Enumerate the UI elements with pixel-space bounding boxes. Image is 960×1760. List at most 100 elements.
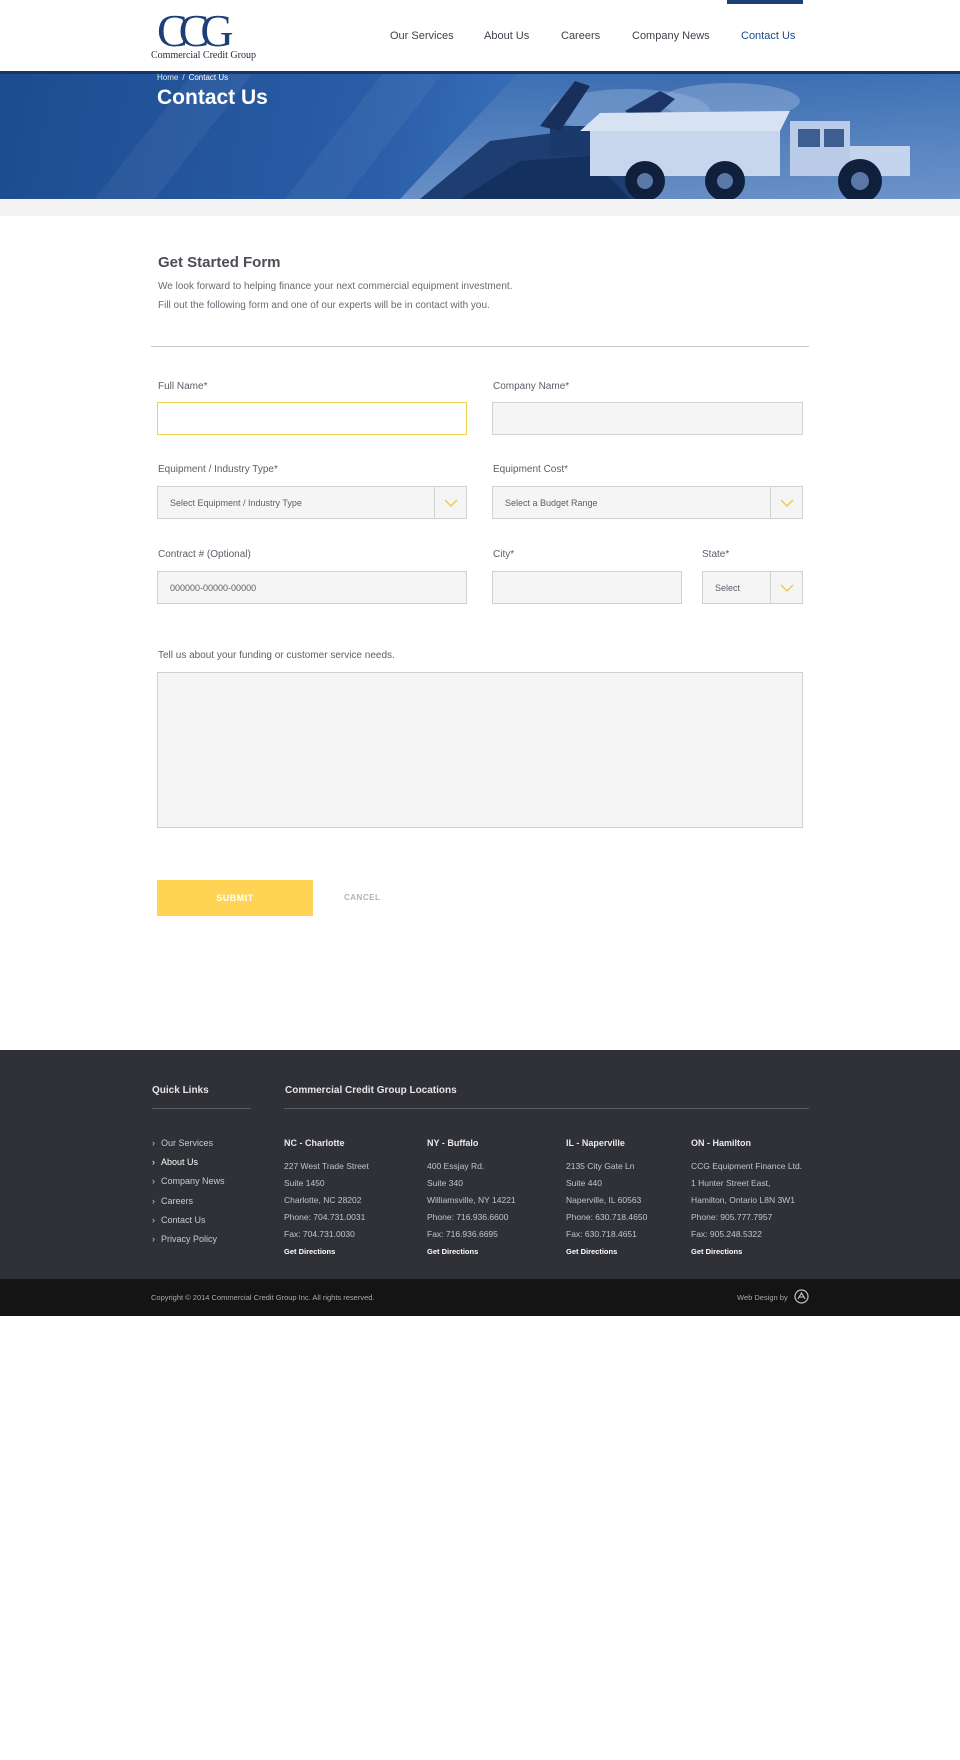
breadcrumb-current: Contact Us: [188, 73, 229, 82]
nav-contact-us[interactable]: Contact Us: [741, 30, 795, 42]
breadcrumb: Home / Contact Us: [157, 73, 228, 82]
location-fax: Fax: 716.936.6695: [427, 1229, 498, 1239]
location-address-line: Suite 1450: [284, 1178, 325, 1188]
chevron-right-icon: ›: [152, 1157, 155, 1167]
state-value: Select: [715, 583, 741, 593]
location-address-line: Suite 340: [427, 1178, 463, 1188]
quick-link-label: Company News: [161, 1176, 225, 1186]
equipment-cost-dropdown-button[interactable]: [770, 487, 802, 518]
chevron-down-icon: [444, 499, 458, 507]
chevron-right-icon: ›: [152, 1138, 155, 1148]
location-phone: Phone: 704.731.0031: [284, 1212, 366, 1222]
state-label: State*: [702, 549, 730, 560]
location-fax: Fax: 630.718.4651: [566, 1229, 637, 1239]
location-name-hamilton: ON - Hamilton: [691, 1138, 751, 1148]
location-address-line: Charlotte, NC 28202: [284, 1195, 362, 1205]
quick-link-company-news[interactable]: › Company News: [152, 1176, 225, 1186]
get-directions-link[interactable]: Get Directions: [566, 1247, 617, 1256]
site-header: CCG Commercial Credit Group Our Services…: [0, 0, 960, 71]
chevron-right-icon: ›: [152, 1176, 155, 1186]
contract-field[interactable]: [157, 571, 467, 604]
location-address-line: CCG Equipment Finance Ltd.: [691, 1161, 803, 1171]
web-design-credit: Web Design by: [737, 1293, 788, 1302]
construction-equipment-image: [400, 71, 960, 199]
chevron-right-icon: ›: [152, 1234, 155, 1244]
city-field[interactable]: [492, 571, 682, 604]
nav-company-news[interactable]: Company News: [632, 30, 710, 42]
state-dropdown-button[interactable]: [770, 572, 802, 603]
get-directions-link[interactable]: Get Directions: [427, 1247, 478, 1256]
locations-heading: Commercial Credit Group Locations: [285, 1085, 457, 1096]
location-name-buffalo: NY - Buffalo: [427, 1138, 479, 1148]
location-address-line: 2135 City Gate Ln: [566, 1161, 635, 1171]
quick-link-label: Our Services: [161, 1138, 214, 1148]
copyright-bar: Copyright © 2014 Commercial Credit Group…: [0, 1279, 960, 1316]
quick-link-privacy-policy[interactable]: › Privacy Policy: [152, 1234, 217, 1244]
location-address-line: Naperville, IL 60563: [566, 1195, 642, 1205]
state-select[interactable]: Select: [702, 571, 803, 604]
chevron-right-icon: ›: [152, 1196, 155, 1206]
needs-textarea[interactable]: [157, 672, 803, 828]
company-name-field[interactable]: [492, 402, 803, 435]
equipment-type-select[interactable]: Select Equipment / Industry Type: [157, 486, 467, 519]
equipment-type-label: Equipment / Industry Type*: [158, 464, 278, 475]
location-fax: Fax: 704.731.0030: [284, 1229, 355, 1239]
nav-our-services[interactable]: Our Services: [390, 30, 454, 42]
location-address-line: Hamilton, Ontario L8N 3W1: [691, 1195, 795, 1205]
location-address-line: Suite 440: [566, 1178, 602, 1188]
nav-about-us[interactable]: About Us: [484, 30, 529, 42]
needs-label: Tell us about your funding or customer s…: [158, 650, 395, 661]
chevron-down-icon: [780, 499, 794, 507]
submit-button[interactable]: SUBMIT: [157, 880, 313, 916]
hero-banner: [0, 71, 960, 199]
chevron-right-icon: ›: [152, 1215, 155, 1225]
quick-link-label: Privacy Policy: [161, 1234, 218, 1244]
location-address-line: 227 West Trade Street: [284, 1161, 369, 1171]
quick-links-rule: [152, 1108, 251, 1109]
main-nav: Our Services About Us Careers Company Ne…: [0, 0, 960, 71]
locations-rule: [284, 1108, 809, 1109]
equipment-type-value: Select Equipment / Industry Type: [170, 498, 302, 508]
location-name-naperville: IL - Naperville: [566, 1138, 625, 1148]
company-name-input[interactable]: [493, 403, 802, 434]
get-directions-link[interactable]: Get Directions: [284, 1247, 335, 1256]
contract-label: Contract # (Optional): [158, 549, 251, 560]
full-name-input[interactable]: [158, 403, 466, 434]
quick-link-label: Careers: [161, 1196, 194, 1206]
quick-link-about-us[interactable]: › About Us: [152, 1157, 198, 1167]
get-directions-link[interactable]: Get Directions: [691, 1247, 742, 1256]
cancel-button[interactable]: CANCEL: [344, 893, 380, 902]
hero-spacer: [0, 199, 960, 216]
full-name-field[interactable]: [157, 402, 467, 435]
city-input[interactable]: [493, 572, 681, 603]
location-fax: Fax: 905.248.5322: [691, 1229, 762, 1239]
quick-links-heading: Quick Links: [152, 1085, 209, 1096]
equipment-cost-select[interactable]: Select a Budget Range: [492, 486, 803, 519]
quick-link-label: Contact Us: [161, 1215, 206, 1225]
location-name-charlotte: NC - Charlotte: [284, 1138, 345, 1148]
location-address-line: Williamsville, NY 14221: [427, 1195, 516, 1205]
nav-active-indicator: [727, 0, 803, 4]
page-title: Contact Us: [157, 86, 268, 109]
quick-link-careers[interactable]: › Careers: [152, 1196, 193, 1206]
copyright-text: Copyright © 2014 Commercial Credit Group…: [151, 1293, 375, 1302]
equipment-type-dropdown-button[interactable]: [434, 487, 466, 518]
location-address-line: 400 Essjay Rd.: [427, 1161, 485, 1171]
location-phone: Phone: 716.936.6600: [427, 1212, 509, 1222]
quick-link-contact-us[interactable]: › Contact Us: [152, 1215, 206, 1225]
form-title: Get Started Form: [158, 254, 281, 271]
intro-line-2: Fill out the following form and one of o…: [158, 300, 490, 311]
equipment-cost-label: Equipment Cost*: [493, 464, 569, 475]
intro-line-1: We look forward to helping finance your …: [158, 281, 513, 292]
site-footer: Quick Links Commercial Credit Group Loca…: [0, 1050, 960, 1279]
nav-careers[interactable]: Careers: [561, 30, 600, 42]
designer-logo-icon[interactable]: [794, 1289, 809, 1304]
contract-input[interactable]: [158, 572, 466, 603]
breadcrumb-home[interactable]: Home: [157, 73, 178, 82]
company-name-label: Company Name*: [493, 381, 570, 392]
form-divider: [151, 346, 809, 347]
location-address-line: 1 Hunter Street East,: [691, 1178, 771, 1188]
location-phone: Phone: 630.718.4650: [566, 1212, 648, 1222]
full-name-label: Full Name*: [158, 381, 208, 392]
quick-link-our-services[interactable]: › Our Services: [152, 1138, 213, 1148]
